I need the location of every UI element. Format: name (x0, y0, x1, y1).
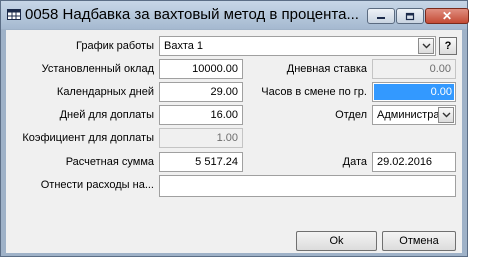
schedule-value: Вахта 1 (164, 40, 204, 52)
chevron-down-icon (442, 112, 450, 118)
hours-field[interactable]: 0.00 (372, 82, 456, 102)
dialog-window: 0058 Надбавка за вахтовый метод в процен… (0, 0, 469, 257)
hours-value: 0.00 (374, 84, 454, 100)
title-bar[interactable]: 0058 Надбавка за вахтовый метод в процен… (1, 1, 469, 29)
dept-dropdown-button[interactable] (438, 107, 454, 123)
maximize-button[interactable] (396, 8, 424, 24)
close-button[interactable]: ✕ (425, 8, 469, 24)
date-field[interactable]: 29.02.2016 (372, 152, 456, 172)
minimize-icon (377, 17, 385, 19)
schedule-dropdown-button[interactable] (418, 38, 434, 54)
schedule-select[interactable]: Вахта 1 (159, 36, 436, 56)
date-label: Дата (342, 156, 367, 168)
expense-field[interactable] (159, 175, 456, 197)
hours-label: Часов в смене по гр. (261, 86, 367, 98)
help-button[interactable]: ? (439, 37, 457, 55)
dept-value: Администра (377, 109, 440, 121)
chevron-down-icon (422, 43, 430, 49)
calendar-days-label: Календарных дней (56, 86, 154, 98)
amount-label: Расчетная сумма (65, 156, 154, 168)
cancel-button[interactable]: Отмена (382, 231, 456, 251)
pay-days-field[interactable]: 16.00 (159, 105, 243, 125)
salary-label: Установленный оклад (41, 63, 154, 75)
window-title: 0058 Надбавка за вахтовый метод в процен… (25, 6, 359, 23)
maximize-icon (405, 12, 415, 20)
dialog-body: График работы Вахта 1 ? Установленный ок… (6, 30, 462, 253)
dept-label: Отдел (335, 109, 367, 121)
salary-field[interactable]: 10000.00 (159, 59, 243, 79)
close-icon: ✕ (441, 9, 453, 23)
expense-label: Отнести расходы на... (40, 179, 154, 191)
pay-days-label: Дней для доплаты (59, 109, 154, 121)
ok-button[interactable]: Ok (296, 231, 377, 251)
calendar-days-field[interactable]: 29.00 (159, 82, 243, 102)
table-icon (7, 9, 21, 20)
coef-field[interactable]: 1.00 (159, 128, 243, 148)
amount-field[interactable]: 5 517.24 (159, 152, 243, 172)
dept-select[interactable]: Администра (372, 105, 456, 125)
schedule-label: График работы (76, 40, 154, 52)
daily-rate-label: Дневная ставка (286, 63, 367, 75)
coef-label: Коэфициент для доплаты (22, 132, 154, 144)
minimize-button[interactable] (367, 8, 395, 24)
daily-rate-field[interactable]: 0.00 (372, 59, 456, 79)
